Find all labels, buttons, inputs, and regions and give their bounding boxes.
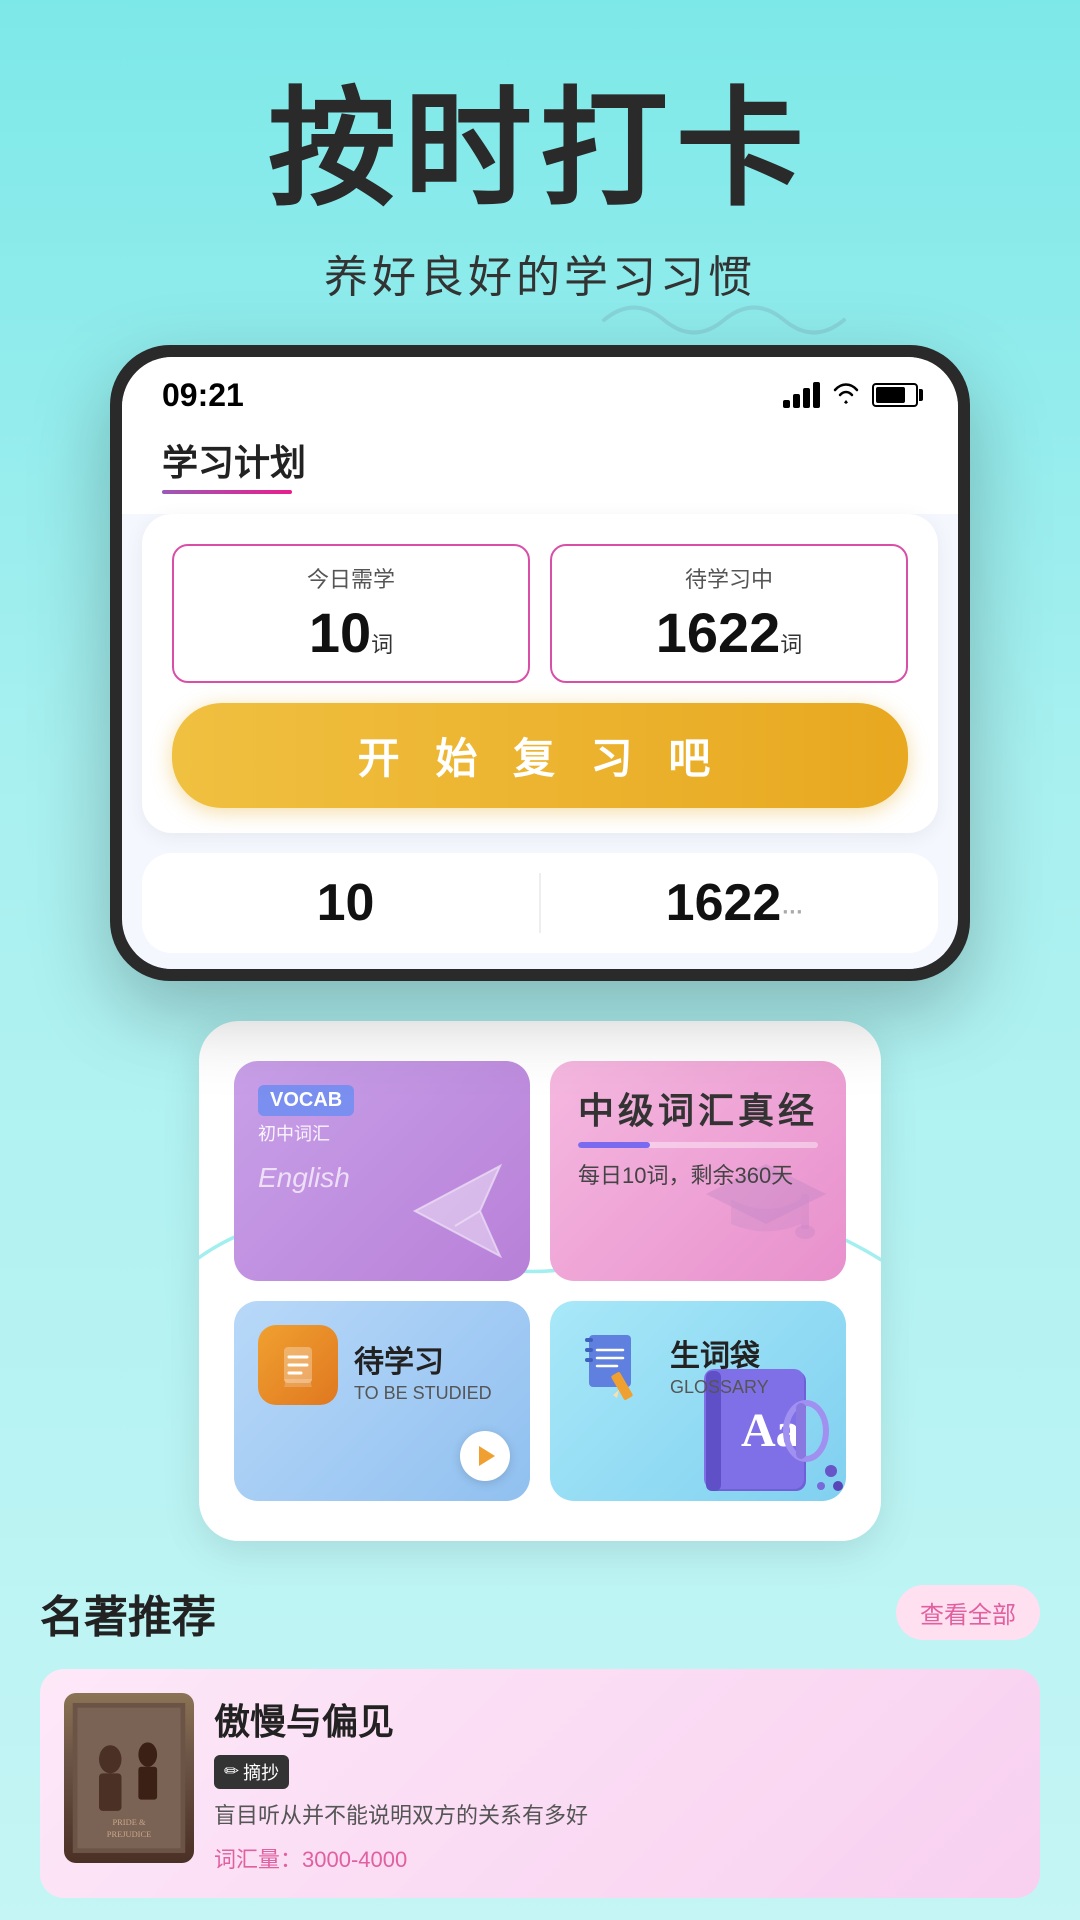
reco-more-button[interactable]: 查看全部 xyxy=(896,1585,1040,1640)
start-review-button[interactable]: 开 始 复 习 吧 xyxy=(172,703,908,808)
today-label: 今日需学 xyxy=(194,562,508,594)
book-desc: 盲目听从并不能说明双方的关系有多好 xyxy=(214,1799,1016,1832)
vocab-progress-bar xyxy=(578,1142,818,1148)
phone-inner: 09:21 学习 xyxy=(122,357,958,969)
pending-label: 待学习中 xyxy=(572,562,886,594)
book-card[interactable]: PRIDE & PREJUDICE 傲慢与偏见 ✏ 摘抄 盲目听从并不能说明双方… xyxy=(40,1669,1040,1898)
reco-header: 名著推荐 查看全部 xyxy=(40,1581,1040,1645)
phone-mockup: 09:21 学习 xyxy=(110,345,970,981)
behind-divider xyxy=(539,873,541,933)
vocab-subtitle: 初中词汇 xyxy=(258,1120,506,1146)
book-title: 傲慢与偏见 xyxy=(214,1693,1016,1745)
today-stat-box: 今日需学 10词 xyxy=(172,544,530,683)
glossary-card-title: 生词袋 xyxy=(670,1331,769,1375)
signal-bars-icon xyxy=(783,382,820,408)
behind-stat-left: 10 xyxy=(172,873,519,933)
vocab-small-card[interactable]: VOCAB 初中词汇 English xyxy=(234,1061,530,1281)
book-cover: PRIDE & PREJUDICE xyxy=(64,1693,194,1863)
vocab-tag: VOCAB xyxy=(258,1085,354,1116)
svg-text:PREJUDICE: PREJUDICE xyxy=(107,1829,151,1839)
phone-bottom-spacer xyxy=(122,953,958,969)
app-title: 学习计划 xyxy=(162,434,918,486)
receipt-icon xyxy=(276,1343,320,1387)
vocab-progress-fill xyxy=(578,1142,650,1148)
vocab-grid: VOCAB 初中词汇 English 中级词汇真经 xyxy=(234,1061,846,1281)
receipt-icon-wrapper xyxy=(258,1325,338,1405)
glossary-card[interactable]: 生词袋 GLOSSARY Aa xyxy=(550,1301,846,1501)
study-card[interactable]: 待学习 TO BE STUDIED xyxy=(234,1301,530,1501)
glossary-icon-wrapper xyxy=(574,1325,654,1405)
page-container: 按时打卡 养好良好的学习习惯 09:21 xyxy=(0,0,1080,1920)
today-value: 10词 xyxy=(194,600,508,665)
bottom-cards-row: 待学习 TO BE STUDIED xyxy=(234,1301,846,1501)
title-underline xyxy=(162,490,292,494)
stats-card: 今日需学 10词 待学习中 1622词 开 始 复 习 吧 xyxy=(142,514,938,833)
play-button[interactable] xyxy=(460,1431,510,1481)
glossary-icon xyxy=(579,1330,649,1400)
reco-title: 名著推荐 xyxy=(40,1581,216,1645)
hero-subtitle: 养好良好的学习习惯 xyxy=(60,241,1020,305)
glossary-card-subtitle: GLOSSARY xyxy=(670,1377,769,1398)
vocab-desc: 每日10词，剩余360天 xyxy=(578,1158,818,1190)
book-info: 傲慢与偏见 ✏ 摘抄 盲目听从并不能说明双方的关系有多好 词汇量：3000-40… xyxy=(214,1693,1016,1874)
stats-row: 今日需学 10词 待学习中 1622词 xyxy=(172,544,908,683)
study-card-title: 待学习 xyxy=(354,1337,492,1381)
book-vocab-count: 词汇量：3000-4000 xyxy=(214,1842,1016,1874)
battery-icon xyxy=(872,383,918,407)
study-card-subtitle: TO BE STUDIED xyxy=(354,1383,492,1404)
recommendations-section: 名著推荐 查看全部 PRIDE & PREJU xyxy=(0,1541,1080,1898)
pending-value: 1622词 xyxy=(572,600,886,665)
hero-title: 按时打卡 xyxy=(60,80,1020,221)
vocab-large-card[interactable]: 中级词汇真经 每日10词，剩余360天 xyxy=(550,1061,846,1281)
vocab-english: English xyxy=(258,1162,506,1194)
status-icons xyxy=(783,380,918,411)
vocab-large-title: 中级词汇真经 xyxy=(578,1089,818,1132)
status-time: 09:21 xyxy=(162,377,244,414)
content-card: VOCAB 初中词汇 English 中级词汇真经 xyxy=(199,1021,881,1541)
play-triangle-icon xyxy=(479,1446,495,1466)
status-bar: 09:21 xyxy=(122,357,958,424)
behind-card: 10 1622… xyxy=(142,853,938,953)
svg-text:PRIDE &: PRIDE & xyxy=(113,1817,146,1827)
app-header: 学习计划 xyxy=(122,424,958,514)
pending-stat-box: 待学习中 1622词 xyxy=(550,544,908,683)
wifi-icon xyxy=(832,380,860,411)
hero-section: 按时打卡 养好良好的学习习惯 xyxy=(0,0,1080,345)
book-tag: ✏ 摘抄 xyxy=(214,1755,289,1789)
behind-stat-right: 1622… xyxy=(561,873,908,933)
